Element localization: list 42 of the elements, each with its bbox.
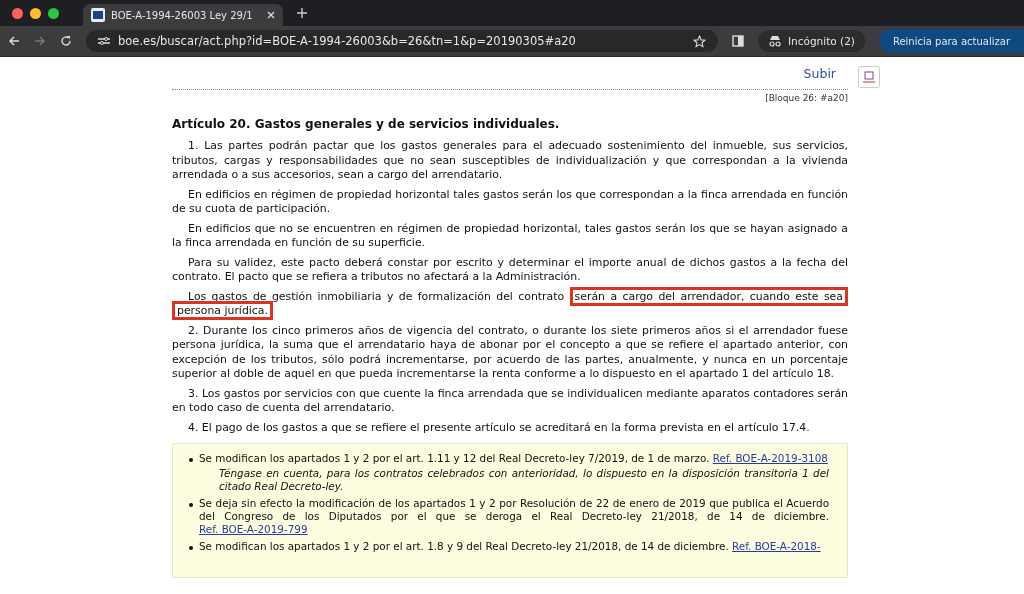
- side-panel-icon[interactable]: [731, 35, 744, 47]
- url-text: boe.es/buscar/act.php?id=BOE-A-1994-26003&b=26&tn=1&p=20190305#a20: [118, 34, 577, 48]
- block-reference: [Bloque 26: #a20]: [764, 93, 848, 103]
- paragraph: En edificios que no se encuentren en régimen de propiedad horizontal, tales gastos serán los que se hayan asignado a la finca arrendada en función de su superficie.: [172, 221, 848, 251]
- note-text: Se deja sin efecto la modificación de los apartados 1 y 2 por Resolución de 22 de enero de 2019 que publica el Acuerdo del Congreso de los Diputados por el que se deroga el Real Decreto-ley 21/2018, de 14 de diciembre.: [199, 497, 829, 522]
- bullet-icon: [189, 503, 193, 507]
- back-to-top-link[interactable]: Subir: [803, 65, 836, 81]
- highlighted-text: serán a cargo del arrendador, cuando este sea: [569, 286, 848, 306]
- close-icon[interactable]: [267, 11, 275, 19]
- profile-label: Incógnito (2): [787, 35, 855, 47]
- minimize-window-button[interactable]: [30, 7, 41, 19]
- reload-icon[interactable]: [60, 35, 72, 47]
- forward-icon[interactable]: [34, 35, 46, 47]
- back-icon[interactable]: [8, 35, 20, 47]
- article-heading: Artículo 20. Gastos generales y de servicios individuales.: [172, 117, 561, 131]
- note-text: Se modifican los apartados 1 y 2 por el art. 1.8 y 9 del Real Decreto-ley 21/2018, de 14 de diciembre.: [199, 540, 729, 552]
- paragraph: 3. Los gastos por servicios con que cuente la finca arrendada que se individualicen mediante aparatos contadores serán en todo caso de cuenta del arrendatario.: [172, 386, 848, 416]
- note-remark: Téngase en cuenta, para los contratos celebrados con anterioridad, lo dispuesto en la disposición transitoria 1 del citado Real Decreto-ley.: [219, 467, 829, 493]
- paragraph: Para su validez, este pacto deberá constar por escrito y determinar el importe anual de dichos gastos a la fecha del contrato. El pacto que se refiera a tributos no afectará a la Administración.: [172, 255, 848, 285]
- star-icon[interactable]: [692, 34, 706, 48]
- site-settings-icon[interactable]: [98, 36, 110, 46]
- site-favicon-icon: [91, 8, 105, 22]
- paragraph: 4. El pago de los gastos a que se refiere el presente artículo se acreditará en la forma prevista en el artículo 17.4.: [187, 420, 811, 435]
- reference-link[interactable]: Ref. BOE-A-2019-799: [199, 523, 308, 535]
- bullet-icon: [189, 458, 193, 462]
- paragraph: 1. Las partes podrán pactar que los gastos generales para el adecuado sostenimiento del inmueble, sus servicios, tributos, cargas y responsabilidades que no sean susceptibles de individualización y que correspondan a la vivienda arrendada o a sus accesorios, sean a cargo del arrendatario.: [172, 139, 848, 183]
- reference-link[interactable]: Ref. BOE-A-2019-3108: [712, 452, 828, 464]
- zoom-window-button[interactable]: [48, 7, 59, 19]
- new-tab-icon[interactable]: [297, 8, 307, 18]
- note-text: Se modifican los apartados 1 y 2 por el art. 1.11 y 12 del Real Decreto-ley 7/2019, de 1 de marzo.: [199, 452, 710, 464]
- close-window-button[interactable]: [12, 7, 23, 19]
- update-button[interactable]: Reinicia para actualizar: [878, 29, 1024, 53]
- paragraph-text: Los gastos de gestión inmobiliaria y de formalización del contrato: [188, 289, 565, 303]
- browser-tab[interactable]: BOE-A-1994-26003 Ley 29/1: [83, 4, 283, 26]
- paragraph: En edificios en régimen de propiedad horizontal tales gastos serán los que correspondan a la finca arrendada en función de su cuota de participación.: [172, 187, 848, 217]
- address-bar[interactable]: boe.es/buscar/act.php?id=BOE-A-1994-26003&b=26&tn=1&p=20190305#a20: [86, 30, 718, 52]
- incognito-icon: [767, 35, 782, 47]
- profile-button[interactable]: Incógnito (2): [757, 30, 865, 52]
- reference-link[interactable]: Ref. BOE-A-2018-: [732, 540, 821, 552]
- bullet-icon: [189, 546, 193, 550]
- highlighted-text: persona jurídica.: [172, 301, 273, 320]
- paragraph: 2. Durante los cinco primeros años de vigencia del contrato, o durante los siete primeros años si el arrendador fuese persona jurídica, la suma que el arrendatario haya de abonar por el concepto a que se refiere el apartado anterior, con excepción de los tributos, sólo podrá incrementarse, por acuerdo de las partes, anualmente, y nunca en un porcentaje superior al doble de aquel en que pueda incrementarse la renta conforme a lo dispuesto en el apartado 1 del artículo 18.: [172, 323, 848, 382]
